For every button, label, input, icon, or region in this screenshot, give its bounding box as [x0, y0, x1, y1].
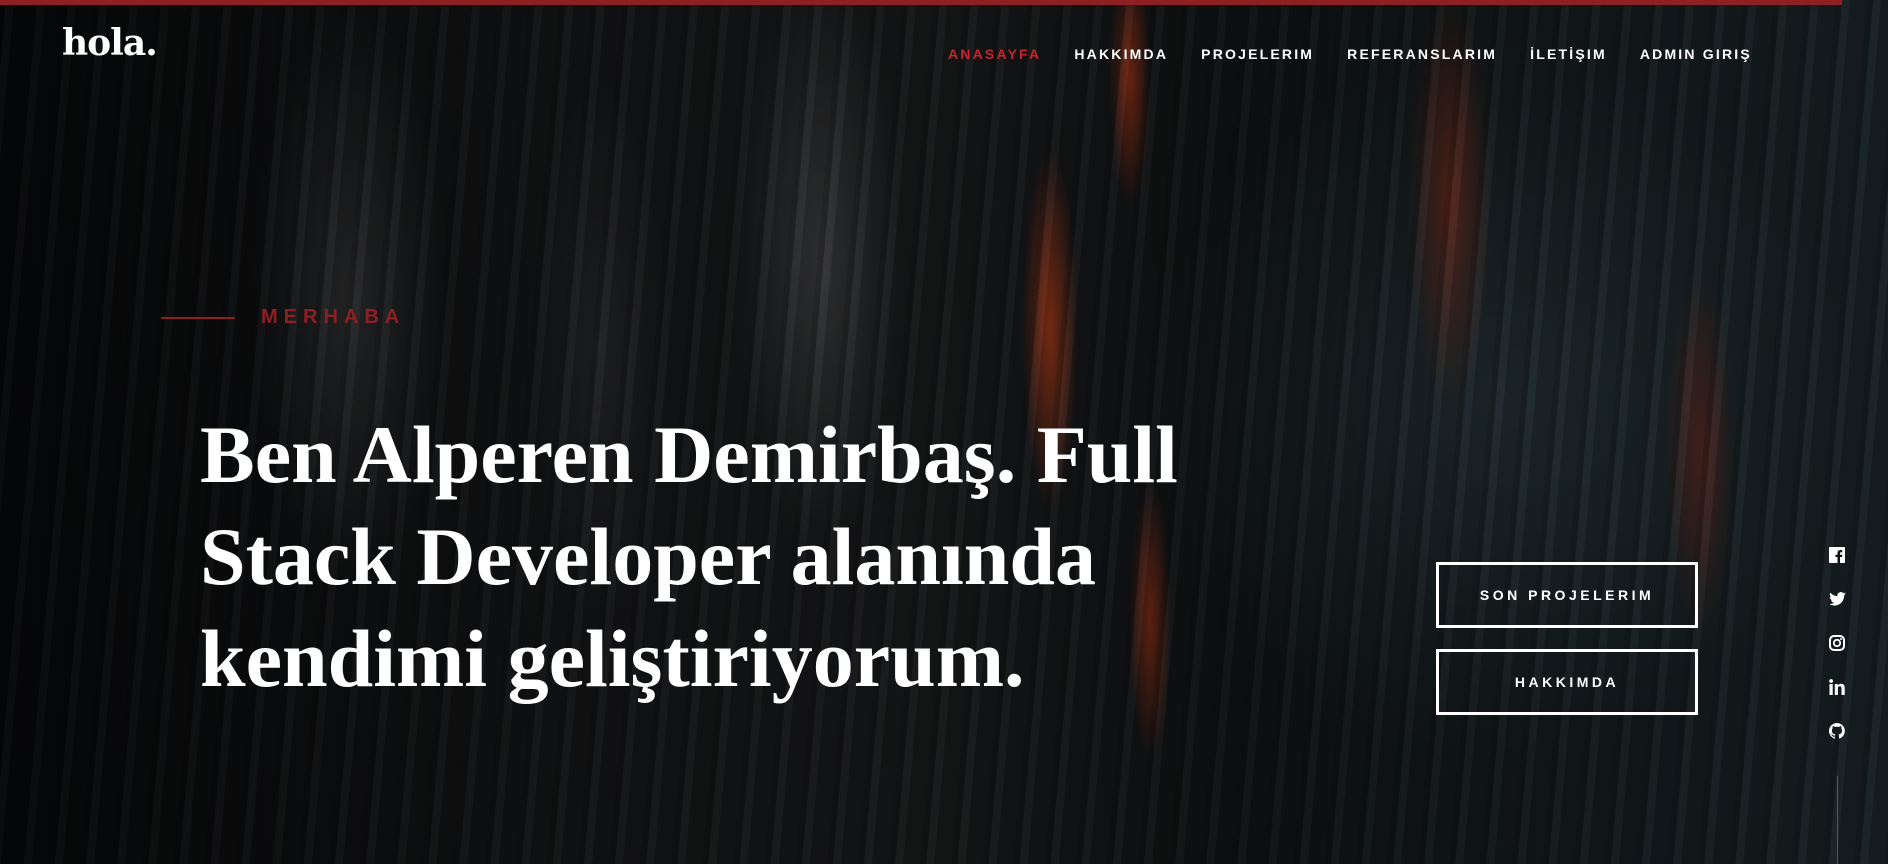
- son-projelerim-button[interactable]: SON PROJELERIM: [1436, 562, 1698, 628]
- facebook-icon[interactable]: [1828, 546, 1846, 564]
- nav-iletisim[interactable]: İLETİŞIM: [1530, 46, 1607, 62]
- nav-admin-giris[interactable]: ADMIN GIRIŞ: [1640, 46, 1752, 62]
- intro-text: MERHABA: [261, 306, 406, 328]
- nav-hakkimda[interactable]: HAKKIMDA: [1074, 46, 1168, 62]
- nav-referanslarim[interactable]: REFERANSLARIM: [1347, 46, 1497, 62]
- main-nav: ANASAYFA HAKKIMDA PROJELERIM REFERANSLAR…: [948, 46, 1785, 62]
- logo[interactable]: hola.: [62, 22, 158, 64]
- intro-divider: [161, 316, 235, 319]
- instagram-icon[interactable]: [1828, 634, 1846, 652]
- top-accent-bar: [0, 0, 1842, 5]
- nav-projelerim[interactable]: PROJELERIM: [1201, 46, 1314, 62]
- github-icon[interactable]: [1828, 722, 1846, 740]
- hero-headline: Ben Alperen Demirbaş. Full Stack Develop…: [200, 409, 1178, 704]
- hakkimda-button[interactable]: HAKKIMDA: [1436, 649, 1698, 715]
- social-divider-line: [1837, 776, 1838, 864]
- social-links: [1828, 546, 1846, 740]
- nav-anasayfa[interactable]: ANASAYFA: [948, 46, 1041, 62]
- intro: MERHABA: [161, 306, 405, 329]
- linkedin-icon[interactable]: [1828, 678, 1846, 696]
- twitter-icon[interactable]: [1828, 590, 1846, 608]
